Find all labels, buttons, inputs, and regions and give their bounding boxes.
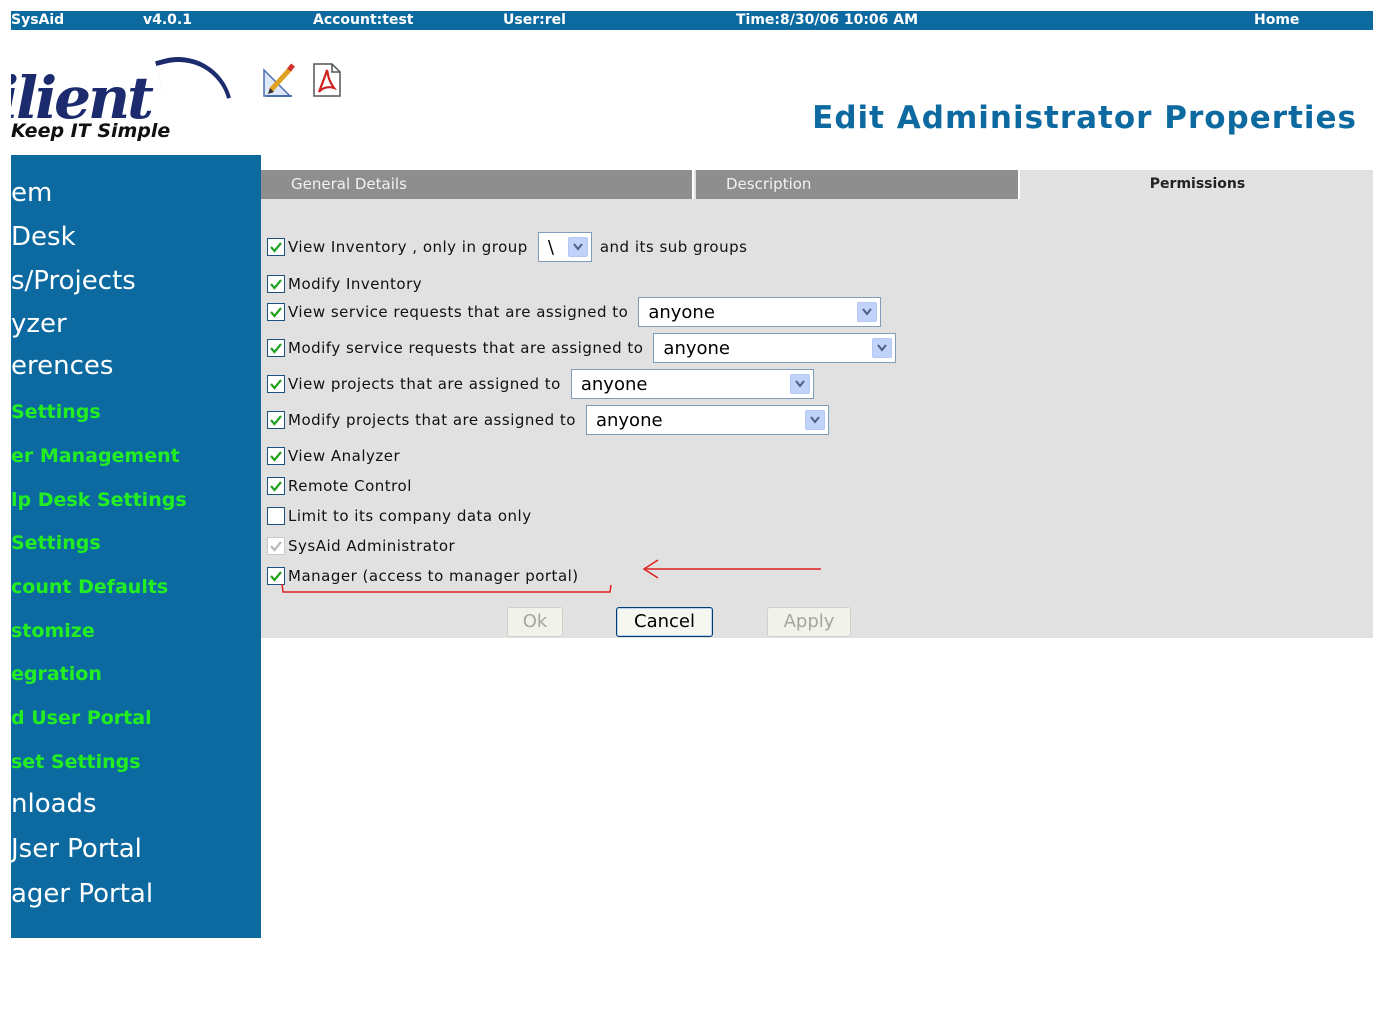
- view-inventory-row: View Inventory , only in group \ and its…: [267, 232, 748, 262]
- chevron-down-icon: [872, 338, 893, 358]
- modify-sr-select[interactable]: anyone: [653, 333, 897, 363]
- ok-button[interactable]: Ok: [507, 607, 563, 637]
- view-sr-select[interactable]: anyone: [638, 297, 882, 327]
- limit-company-row: Limit to its company data only: [267, 504, 532, 528]
- sidebar-item-asset-settings[interactable]: set Settings: [11, 751, 141, 773]
- home-link[interactable]: Home: [1254, 12, 1299, 28]
- chevron-down-icon: [567, 237, 588, 257]
- sidebar-item-system[interactable]: em: [11, 178, 52, 208]
- view-sr-label: View service requests that are assigned …: [288, 303, 629, 321]
- limit-company-label: Limit to its company data only: [288, 507, 532, 525]
- remote-control-checkbox[interactable]: [267, 477, 285, 495]
- view-projects-label: View projects that are assigned to: [288, 375, 561, 393]
- sidebar-item-tasks-projects[interactable]: s/Projects: [11, 266, 136, 296]
- inventory-group-select[interactable]: \: [537, 232, 592, 262]
- view-projects-select[interactable]: anyone: [570, 369, 814, 399]
- logo-swoosh: [154, 44, 231, 115]
- sidebar-item-end-user-portal[interactable]: d User Portal: [11, 707, 152, 729]
- inventory-group-value: \: [547, 237, 554, 258]
- sysaid-admin-checkbox[interactable]: [267, 537, 285, 555]
- sidebar-item-user-management[interactable]: er Management: [11, 445, 180, 467]
- page-title: Edit Administrator Properties: [812, 100, 1357, 136]
- modify-inventory-row: Modify Inventory: [267, 272, 422, 296]
- sidebar-item-help-desk-settings[interactable]: lp Desk Settings: [11, 489, 187, 511]
- sidebar-item-account-defaults[interactable]: count Defaults: [11, 576, 168, 598]
- view-sr-value: anyone: [648, 302, 715, 323]
- sidebar-item-analyzer[interactable]: yzer: [11, 309, 67, 339]
- modify-sr-row: Modify service requests that are assigne…: [267, 333, 897, 363]
- sysaid-admin-label: SysAid Administrator: [288, 537, 456, 555]
- sub-groups-label: and its sub groups: [599, 238, 748, 256]
- modify-projects-label: Modify projects that are assigned to: [288, 411, 576, 429]
- view-projects-checkbox[interactable]: [267, 375, 285, 393]
- view-analyzer-row: View Analyzer: [267, 444, 400, 468]
- tab-permissions[interactable]: Permissions: [1022, 170, 1373, 199]
- sidebar-item-end-user-portal-link[interactable]: Jser Portal: [11, 834, 142, 864]
- modify-sr-label: Modify service requests that are assigne…: [288, 339, 644, 357]
- annotation-underline: [281, 583, 612, 593]
- modify-projects-checkbox[interactable]: [267, 411, 285, 429]
- apply-button[interactable]: Apply: [767, 607, 851, 637]
- company-logo: ilient Keep IT Simple: [11, 40, 231, 150]
- annotation-arrow-icon: [642, 559, 821, 579]
- view-sr-row: View service requests that are assigned …: [267, 297, 882, 327]
- sidebar: em Desk s/Projects yzer erences Settings…: [11, 155, 261, 938]
- chevron-down-icon: [804, 410, 825, 430]
- pdf-icon[interactable]: [310, 62, 344, 98]
- modify-inventory-label: Modify Inventory: [288, 275, 423, 293]
- logo-tagline: Keep IT Simple: [11, 120, 171, 142]
- chevron-down-icon: [789, 374, 810, 394]
- modify-projects-select[interactable]: anyone: [585, 405, 829, 435]
- modify-projects-row: Modify projects that are assigned to any…: [267, 405, 829, 435]
- modify-sr-value: anyone: [663, 338, 731, 359]
- top-bar: SysAid v4.0.1 Account:test User:rel Time…: [11, 11, 1373, 30]
- version-label: v4.0.1: [143, 12, 192, 28]
- sidebar-item-customize[interactable]: stomize: [11, 620, 95, 642]
- time-label: Time:8/30/06 10:06 AM: [736, 12, 919, 28]
- modify-projects-value: anyone: [595, 410, 663, 431]
- sidebar-item-manager-portal[interactable]: ager Portal: [11, 879, 153, 909]
- sidebar-item-help-desk[interactable]: Desk: [11, 222, 76, 252]
- remote-control-label: Remote Control: [288, 477, 412, 495]
- chevron-down-icon: [857, 302, 878, 322]
- app-name: SysAid: [11, 12, 65, 28]
- account-label: Account:test: [313, 12, 414, 28]
- cancel-button[interactable]: Cancel: [616, 607, 713, 637]
- view-analyzer-checkbox[interactable]: [267, 447, 285, 465]
- modify-sr-checkbox[interactable]: [267, 339, 285, 357]
- edit-icon[interactable]: [262, 62, 296, 98]
- tab-general-details[interactable]: General Details: [261, 170, 694, 199]
- user-label: User:rel: [503, 12, 566, 28]
- sidebar-item-settings[interactable]: Settings: [11, 401, 101, 423]
- sidebar-item-integration[interactable]: egration: [11, 663, 102, 685]
- sidebar-item-settings-2[interactable]: Settings: [11, 532, 101, 554]
- limit-company-checkbox[interactable]: [267, 507, 285, 525]
- modify-inventory-checkbox[interactable]: [267, 275, 285, 293]
- sysaid-admin-row: SysAid Administrator: [267, 534, 455, 558]
- tab-description[interactable]: Description: [696, 170, 1020, 199]
- view-sr-checkbox[interactable]: [267, 303, 285, 321]
- remote-control-row: Remote Control: [267, 474, 412, 498]
- view-inventory-label: View Inventory , only in group: [288, 238, 528, 256]
- sidebar-item-downloads[interactable]: nloads: [11, 789, 97, 819]
- view-projects-row: View projects that are assigned to anyon…: [267, 369, 814, 399]
- sidebar-item-preferences[interactable]: erences: [11, 351, 113, 381]
- view-inventory-checkbox[interactable]: [267, 238, 285, 256]
- view-projects-value: anyone: [580, 374, 648, 395]
- view-analyzer-label: View Analyzer: [288, 447, 401, 465]
